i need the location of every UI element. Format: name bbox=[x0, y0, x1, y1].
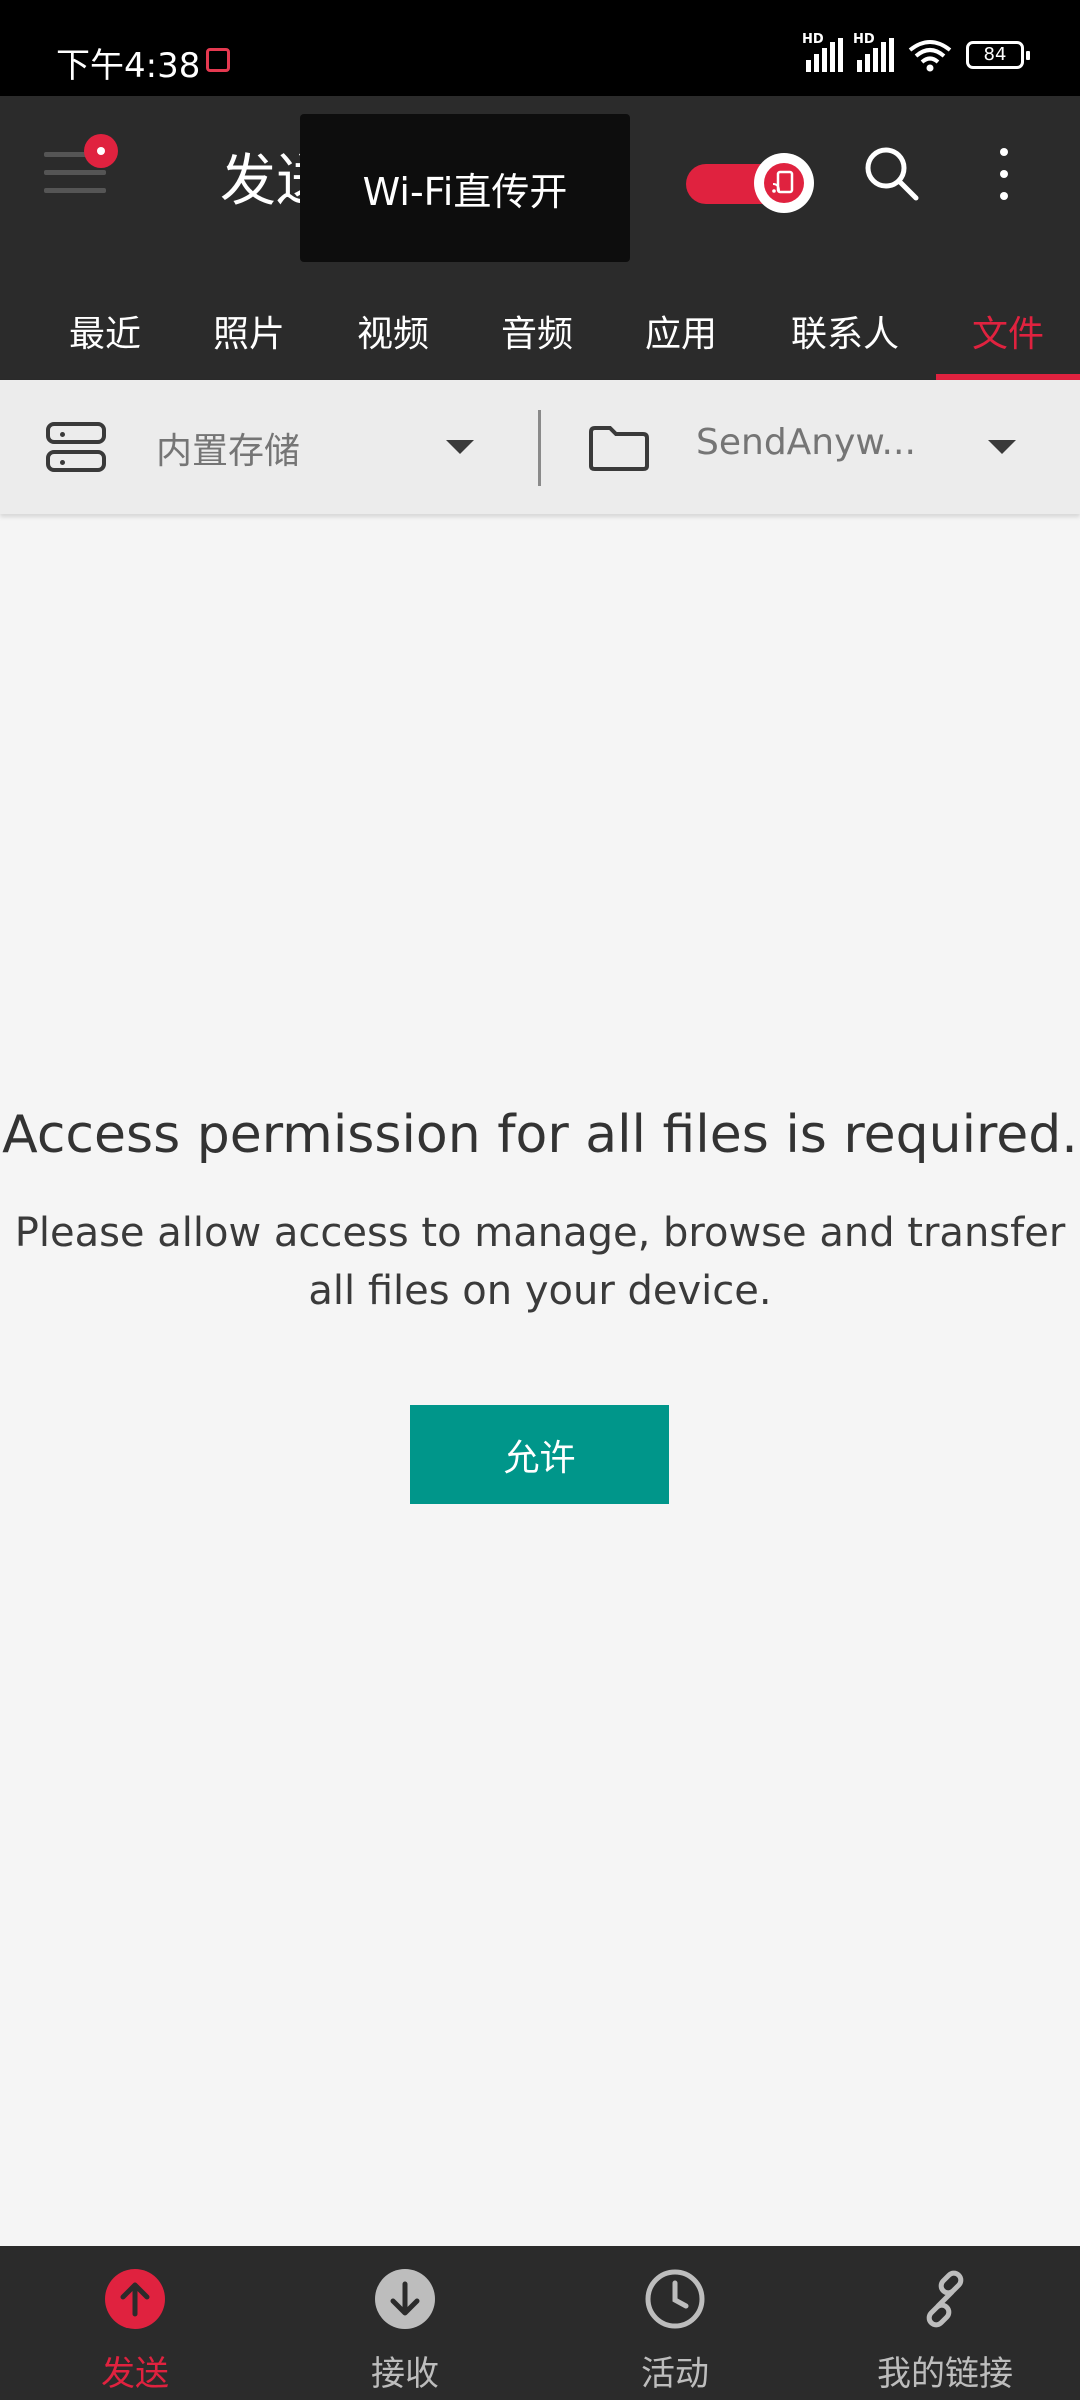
storage-icon bbox=[46, 422, 106, 474]
signal-icon-2: HD bbox=[853, 32, 894, 72]
tab-files[interactable]: 文件 bbox=[936, 282, 1080, 380]
hd-label: HD bbox=[802, 32, 824, 47]
tab-apps[interactable]: 应用 bbox=[616, 282, 746, 380]
app-bar: 发送 Wi-Fi直传开 最近 照片 视频 音频 应用 联系人 文件 bbox=[0, 96, 1080, 380]
hd-label-2: HD bbox=[853, 32, 875, 47]
more-options-icon[interactable] bbox=[990, 148, 1018, 202]
permission-body: Please allow access to manage, browse an… bbox=[14, 1210, 1066, 1314]
permission-message: Access permission for all files is requi… bbox=[0, 1100, 1080, 1320]
clock-icon bbox=[645, 2269, 705, 2329]
wifi-direct-toggle[interactable] bbox=[686, 150, 816, 220]
tab-photos[interactable]: 照片 bbox=[184, 282, 314, 380]
nav-label-activity: 活动 bbox=[641, 2354, 709, 2394]
notification-dot-icon bbox=[84, 134, 118, 168]
chevron-down-icon[interactable] bbox=[446, 440, 474, 454]
nav-label-my-links: 我的链接 bbox=[877, 2354, 1013, 2394]
nav-label-receive: 接收 bbox=[371, 2354, 439, 2394]
wifi-direct-tooltip: Wi-Fi直传开 bbox=[300, 114, 630, 262]
divider bbox=[538, 410, 541, 486]
tab-contacts[interactable]: 联系人 bbox=[770, 282, 920, 380]
cast-icon bbox=[764, 163, 804, 203]
link-icon bbox=[926, 2270, 964, 2328]
status-bar: 下午4:38 HD HD 84 bbox=[0, 0, 1080, 96]
storage-dropdown[interactable]: 内置存储 bbox=[156, 422, 300, 474]
nav-send[interactable]: 发送 bbox=[0, 2246, 270, 2400]
notification-icon bbox=[206, 48, 230, 72]
nav-label-send: 发送 bbox=[101, 2354, 169, 2394]
tab-videos[interactable]: 视频 bbox=[328, 282, 458, 380]
tab-audio[interactable]: 音频 bbox=[472, 282, 602, 380]
status-time: 下午4:38 bbox=[56, 46, 201, 86]
battery-icon: 84 bbox=[966, 41, 1030, 69]
nav-receive[interactable]: 接收 bbox=[270, 2246, 540, 2400]
storage-selector-bar: 内置存储 SendAnyw... bbox=[0, 380, 1080, 514]
download-icon bbox=[375, 2269, 435, 2329]
status-icons: HD HD 84 bbox=[802, 32, 1030, 72]
chevron-down-icon[interactable] bbox=[988, 440, 1016, 454]
search-icon[interactable] bbox=[860, 142, 922, 204]
permission-title: Access permission for all files is requi… bbox=[2, 1105, 1078, 1165]
nav-my-links[interactable]: 我的链接 bbox=[810, 2246, 1080, 2400]
wifi-icon bbox=[908, 40, 952, 72]
folder-dropdown[interactable]: SendAnyw... bbox=[696, 422, 916, 463]
upload-icon bbox=[105, 2269, 165, 2329]
folder-icon bbox=[589, 426, 649, 471]
allow-button[interactable]: 允许 bbox=[410, 1405, 669, 1504]
bottom-navigation: 发送 接收 活动 我的链接 bbox=[0, 2246, 1080, 2400]
nav-activity[interactable]: 活动 bbox=[540, 2246, 810, 2400]
tab-recent[interactable]: 最近 bbox=[40, 282, 170, 380]
signal-icon: HD bbox=[802, 32, 843, 72]
category-tabs: 最近 照片 视频 音频 应用 联系人 文件 bbox=[0, 282, 1080, 380]
